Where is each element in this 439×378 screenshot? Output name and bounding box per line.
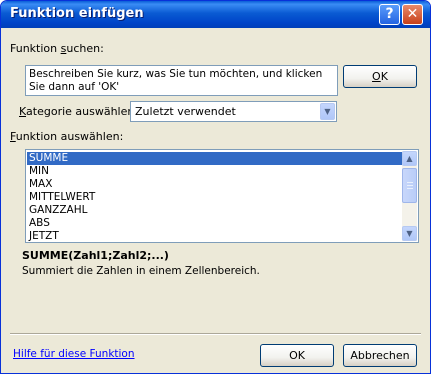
search-ok-button[interactable]: OK [343, 65, 417, 88]
ok-button[interactable]: OK [260, 344, 334, 367]
category-label-accel: K [19, 105, 27, 118]
chevron-down-icon[interactable]: ▼ [320, 103, 335, 120]
search-ok-rest: K [380, 70, 388, 83]
scroll-thumb[interactable] [402, 168, 417, 203]
list-item[interactable]: SUMME [27, 152, 403, 165]
grip-line [407, 185, 413, 186]
scroll-up-icon[interactable]: ▲ [402, 151, 417, 166]
function-list[interactable]: SUMME MIN MAX MITTELWERT GANZZAHL ABS JE… [25, 149, 419, 243]
list-item[interactable]: JETZT [27, 230, 403, 242]
category-label-rest: ategorie auswählen: [26, 105, 139, 118]
cancel-button[interactable]: Abbrechen [343, 344, 417, 367]
dialog-title: Funktion einfügen [10, 6, 144, 21]
grip-line [407, 182, 413, 183]
grip-line [407, 188, 413, 189]
function-description: Summiert die Zahlen in einem Zellenberei… [22, 265, 260, 277]
scroll-down-icon[interactable]: ▼ [402, 226, 417, 241]
close-button[interactable]: ✕ [402, 4, 423, 25]
list-item[interactable]: ABS [27, 217, 403, 230]
search-label: Funktion suchen: [10, 42, 104, 55]
help-button[interactable]: ? [379, 4, 400, 25]
category-label: Kategorie auswählen: [19, 105, 138, 118]
search-label-prefix: Funktion [10, 42, 61, 55]
divider [10, 333, 421, 335]
title-bar: Funktion einfügen ? ✕ [1, 1, 430, 28]
search-label-suffix: uchen: [66, 42, 104, 55]
category-selected: Zuletzt verwendet [135, 105, 236, 118]
search-input[interactable]: Beschreiben Sie kurz, was Sie tun möchte… [25, 65, 338, 96]
vertical-scrollbar[interactable]: ▲ ▼ [402, 151, 417, 241]
search-ok-accel: O [372, 70, 381, 83]
help-link[interactable]: Hilfe für diese Funktion [13, 348, 135, 360]
function-label-rest: unktion auswählen: [15, 130, 124, 143]
dialog-body: Funktion suchen: Beschreiben Sie kurz, w… [4, 28, 427, 370]
list-item[interactable]: MAX [27, 178, 403, 191]
function-signature: SUMME(Zahl1;Zahl2;...) [22, 249, 169, 262]
list-item[interactable]: MITTELWERT [27, 191, 403, 204]
category-select[interactable]: Zuletzt verwendet ▼ [130, 101, 337, 122]
insert-function-dialog: Funktion einfügen ? ✕ Funktion suchen: B… [0, 0, 431, 374]
function-list-label: Funktion auswählen: [10, 130, 123, 143]
list-item[interactable]: GANZZAHL [27, 204, 403, 217]
list-item[interactable]: MIN [27, 165, 403, 178]
